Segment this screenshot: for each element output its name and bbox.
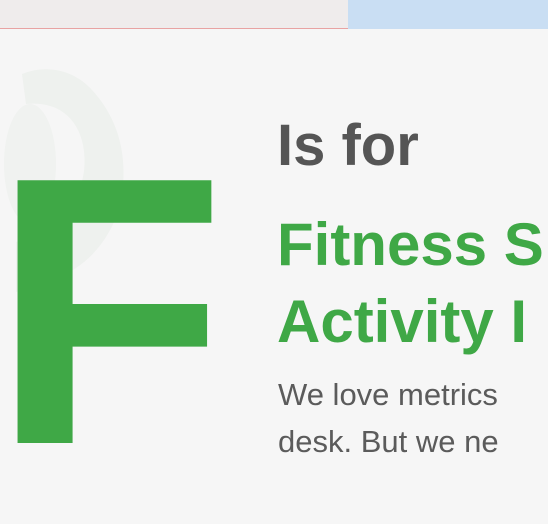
top-banner-strip — [0, 0, 548, 29]
hero-body-copy: We love metrics desk. But we ne — [278, 371, 548, 465]
large-fitness-letter: F — [0, 97, 225, 524]
body-line-2: desk. But we ne — [278, 424, 499, 459]
hero-subtitle: Is for — [277, 113, 419, 178]
headline-line-2: Activity I — [277, 288, 528, 355]
top-banner-right-panel — [348, 0, 548, 29]
headline-line-1: Fitness S — [277, 211, 544, 278]
body-line-1: We love metrics — [278, 377, 498, 412]
top-banner-left-panel — [0, 0, 348, 29]
